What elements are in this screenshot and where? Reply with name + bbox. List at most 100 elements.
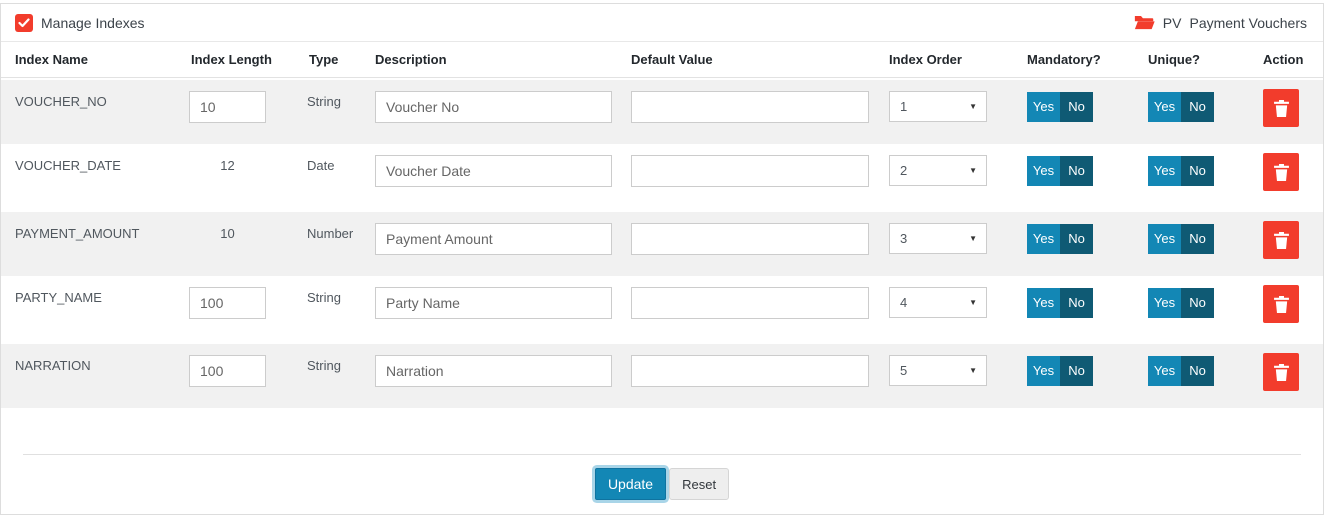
delete-row-button[interactable] xyxy=(1263,285,1299,323)
index-name-label: PARTY_NAME xyxy=(15,290,102,305)
mandatory-toggle-yes[interactable]: Yes xyxy=(1027,356,1060,386)
unique-toggle-yes[interactable]: Yes xyxy=(1148,224,1181,254)
index-length-value: 10 xyxy=(189,223,266,241)
unique-toggle-no[interactable]: No xyxy=(1181,224,1214,254)
unique-toggle-no[interactable]: No xyxy=(1181,156,1214,186)
mandatory-toggle: YesNo xyxy=(1027,288,1093,318)
column-header-unique: Unique? xyxy=(1148,52,1263,67)
index-length-input[interactable] xyxy=(189,355,266,387)
type-cell: String xyxy=(307,287,375,305)
action-cell xyxy=(1263,155,1323,191)
topbar: Manage Indexes PV Payment Vouchers xyxy=(1,4,1323,42)
trash-icon xyxy=(1273,163,1290,182)
table-body: VOUCHER_NOString1▼YesNoYesNoVOUCHER_DATE… xyxy=(1,78,1323,408)
column-header-index-length: Index Length xyxy=(189,52,307,67)
default-value-input[interactable] xyxy=(631,355,869,387)
index-order-cell: 3▼ xyxy=(889,223,1027,254)
index-name-cell: VOUCHER_NO xyxy=(1,91,189,109)
unique-cell: YesNo xyxy=(1148,355,1263,386)
mandatory-cell: YesNo xyxy=(1027,91,1148,122)
unique-toggle-yes[interactable]: Yes xyxy=(1148,356,1181,386)
unique-toggle: YesNo xyxy=(1148,288,1214,318)
mandatory-toggle: YesNo xyxy=(1027,224,1093,254)
index-length-cell xyxy=(189,91,307,123)
delete-row-button[interactable] xyxy=(1263,353,1299,391)
index-name-cell: VOUCHER_DATE xyxy=(1,155,189,173)
trash-icon xyxy=(1273,99,1290,118)
mandatory-toggle-no[interactable]: No xyxy=(1060,92,1093,122)
table-row: VOUCHER_DATE12Date2▼YesNoYesNo xyxy=(1,144,1323,210)
table-row: PARTY_NAMEString4▼YesNoYesNo xyxy=(1,276,1323,342)
action-cell xyxy=(1263,223,1323,259)
table-row: VOUCHER_NOString1▼YesNoYesNo xyxy=(1,78,1323,144)
unique-toggle-yes[interactable]: Yes xyxy=(1148,288,1181,318)
default-value-input[interactable] xyxy=(631,287,869,319)
page-title: Manage Indexes xyxy=(41,15,145,31)
delete-row-button[interactable] xyxy=(1263,221,1299,259)
unique-toggle-no[interactable]: No xyxy=(1181,288,1214,318)
unique-toggle-no[interactable]: No xyxy=(1181,356,1214,386)
footer-buttons: Update Reset xyxy=(1,468,1323,500)
description-input[interactable] xyxy=(375,223,612,255)
index-order-select[interactable]: 3▼ xyxy=(889,223,987,254)
index-length-input[interactable] xyxy=(189,91,266,123)
mandatory-toggle-no[interactable]: No xyxy=(1060,156,1093,186)
table-header-row: Index NameIndex LengthTypeDescriptionDef… xyxy=(1,42,1323,78)
index-order-value: 2 xyxy=(900,163,907,178)
mandatory-cell: YesNo xyxy=(1027,355,1148,386)
default-value-cell xyxy=(631,223,889,255)
description-input[interactable] xyxy=(375,155,612,187)
trash-icon xyxy=(1273,231,1290,250)
delete-row-button[interactable] xyxy=(1263,153,1299,191)
mandatory-toggle-yes[interactable]: Yes xyxy=(1027,288,1060,318)
topbar-left: Manage Indexes xyxy=(15,14,145,32)
chevron-down-icon: ▼ xyxy=(969,298,977,307)
mandatory-toggle-yes[interactable]: Yes xyxy=(1027,156,1060,186)
unique-cell: YesNo xyxy=(1148,223,1263,254)
description-input[interactable] xyxy=(375,91,612,123)
update-button[interactable]: Update xyxy=(595,468,666,500)
index-length-cell: 12 xyxy=(189,155,307,173)
description-cell xyxy=(375,223,631,255)
description-input[interactable] xyxy=(375,287,612,319)
trash-icon xyxy=(1273,295,1290,314)
type-cell: String xyxy=(307,91,375,109)
default-value-cell xyxy=(631,155,889,187)
action-cell xyxy=(1263,287,1323,323)
default-value-input[interactable] xyxy=(631,155,869,187)
index-length-cell xyxy=(189,355,307,387)
unique-toggle-no[interactable]: No xyxy=(1181,92,1214,122)
mandatory-toggle-no[interactable]: No xyxy=(1060,356,1093,386)
mandatory-toggle-yes[interactable]: Yes xyxy=(1027,92,1060,122)
default-value-input[interactable] xyxy=(631,91,869,123)
checked-checkbox-icon[interactable] xyxy=(15,14,33,32)
unique-toggle: YesNo xyxy=(1148,356,1214,386)
mandatory-cell: YesNo xyxy=(1027,223,1148,254)
index-length-input[interactable] xyxy=(189,287,266,319)
manage-indexes-panel: Manage Indexes PV Payment Vouchers Index… xyxy=(0,3,1324,515)
default-value-cell xyxy=(631,287,889,319)
mandatory-toggle-yes[interactable]: Yes xyxy=(1027,224,1060,254)
default-value-input[interactable] xyxy=(631,223,869,255)
type-label: Number xyxy=(307,223,353,241)
reset-button[interactable]: Reset xyxy=(669,468,729,500)
unique-toggle-yes[interactable]: Yes xyxy=(1148,92,1181,122)
mandatory-toggle-no[interactable]: No xyxy=(1060,288,1093,318)
unique-toggle-yes[interactable]: Yes xyxy=(1148,156,1181,186)
default-value-cell xyxy=(631,91,889,123)
mandatory-cell: YesNo xyxy=(1027,155,1148,186)
index-length-cell xyxy=(189,287,307,319)
index-order-select[interactable]: 5▼ xyxy=(889,355,987,386)
action-cell xyxy=(1263,355,1323,391)
table-row: PAYMENT_AMOUNT10Number3▼YesNoYesNo xyxy=(1,210,1323,276)
index-order-select[interactable]: 2▼ xyxy=(889,155,987,186)
index-order-cell: 5▼ xyxy=(889,355,1027,386)
type-label: String xyxy=(307,287,341,305)
mandatory-toggle: YesNo xyxy=(1027,156,1093,186)
delete-row-button[interactable] xyxy=(1263,89,1299,127)
mandatory-toggle-no[interactable]: No xyxy=(1060,224,1093,254)
description-input[interactable] xyxy=(375,355,612,387)
index-order-select[interactable]: 4▼ xyxy=(889,287,987,318)
index-order-select[interactable]: 1▼ xyxy=(889,91,987,122)
unique-cell: YesNo xyxy=(1148,155,1263,186)
